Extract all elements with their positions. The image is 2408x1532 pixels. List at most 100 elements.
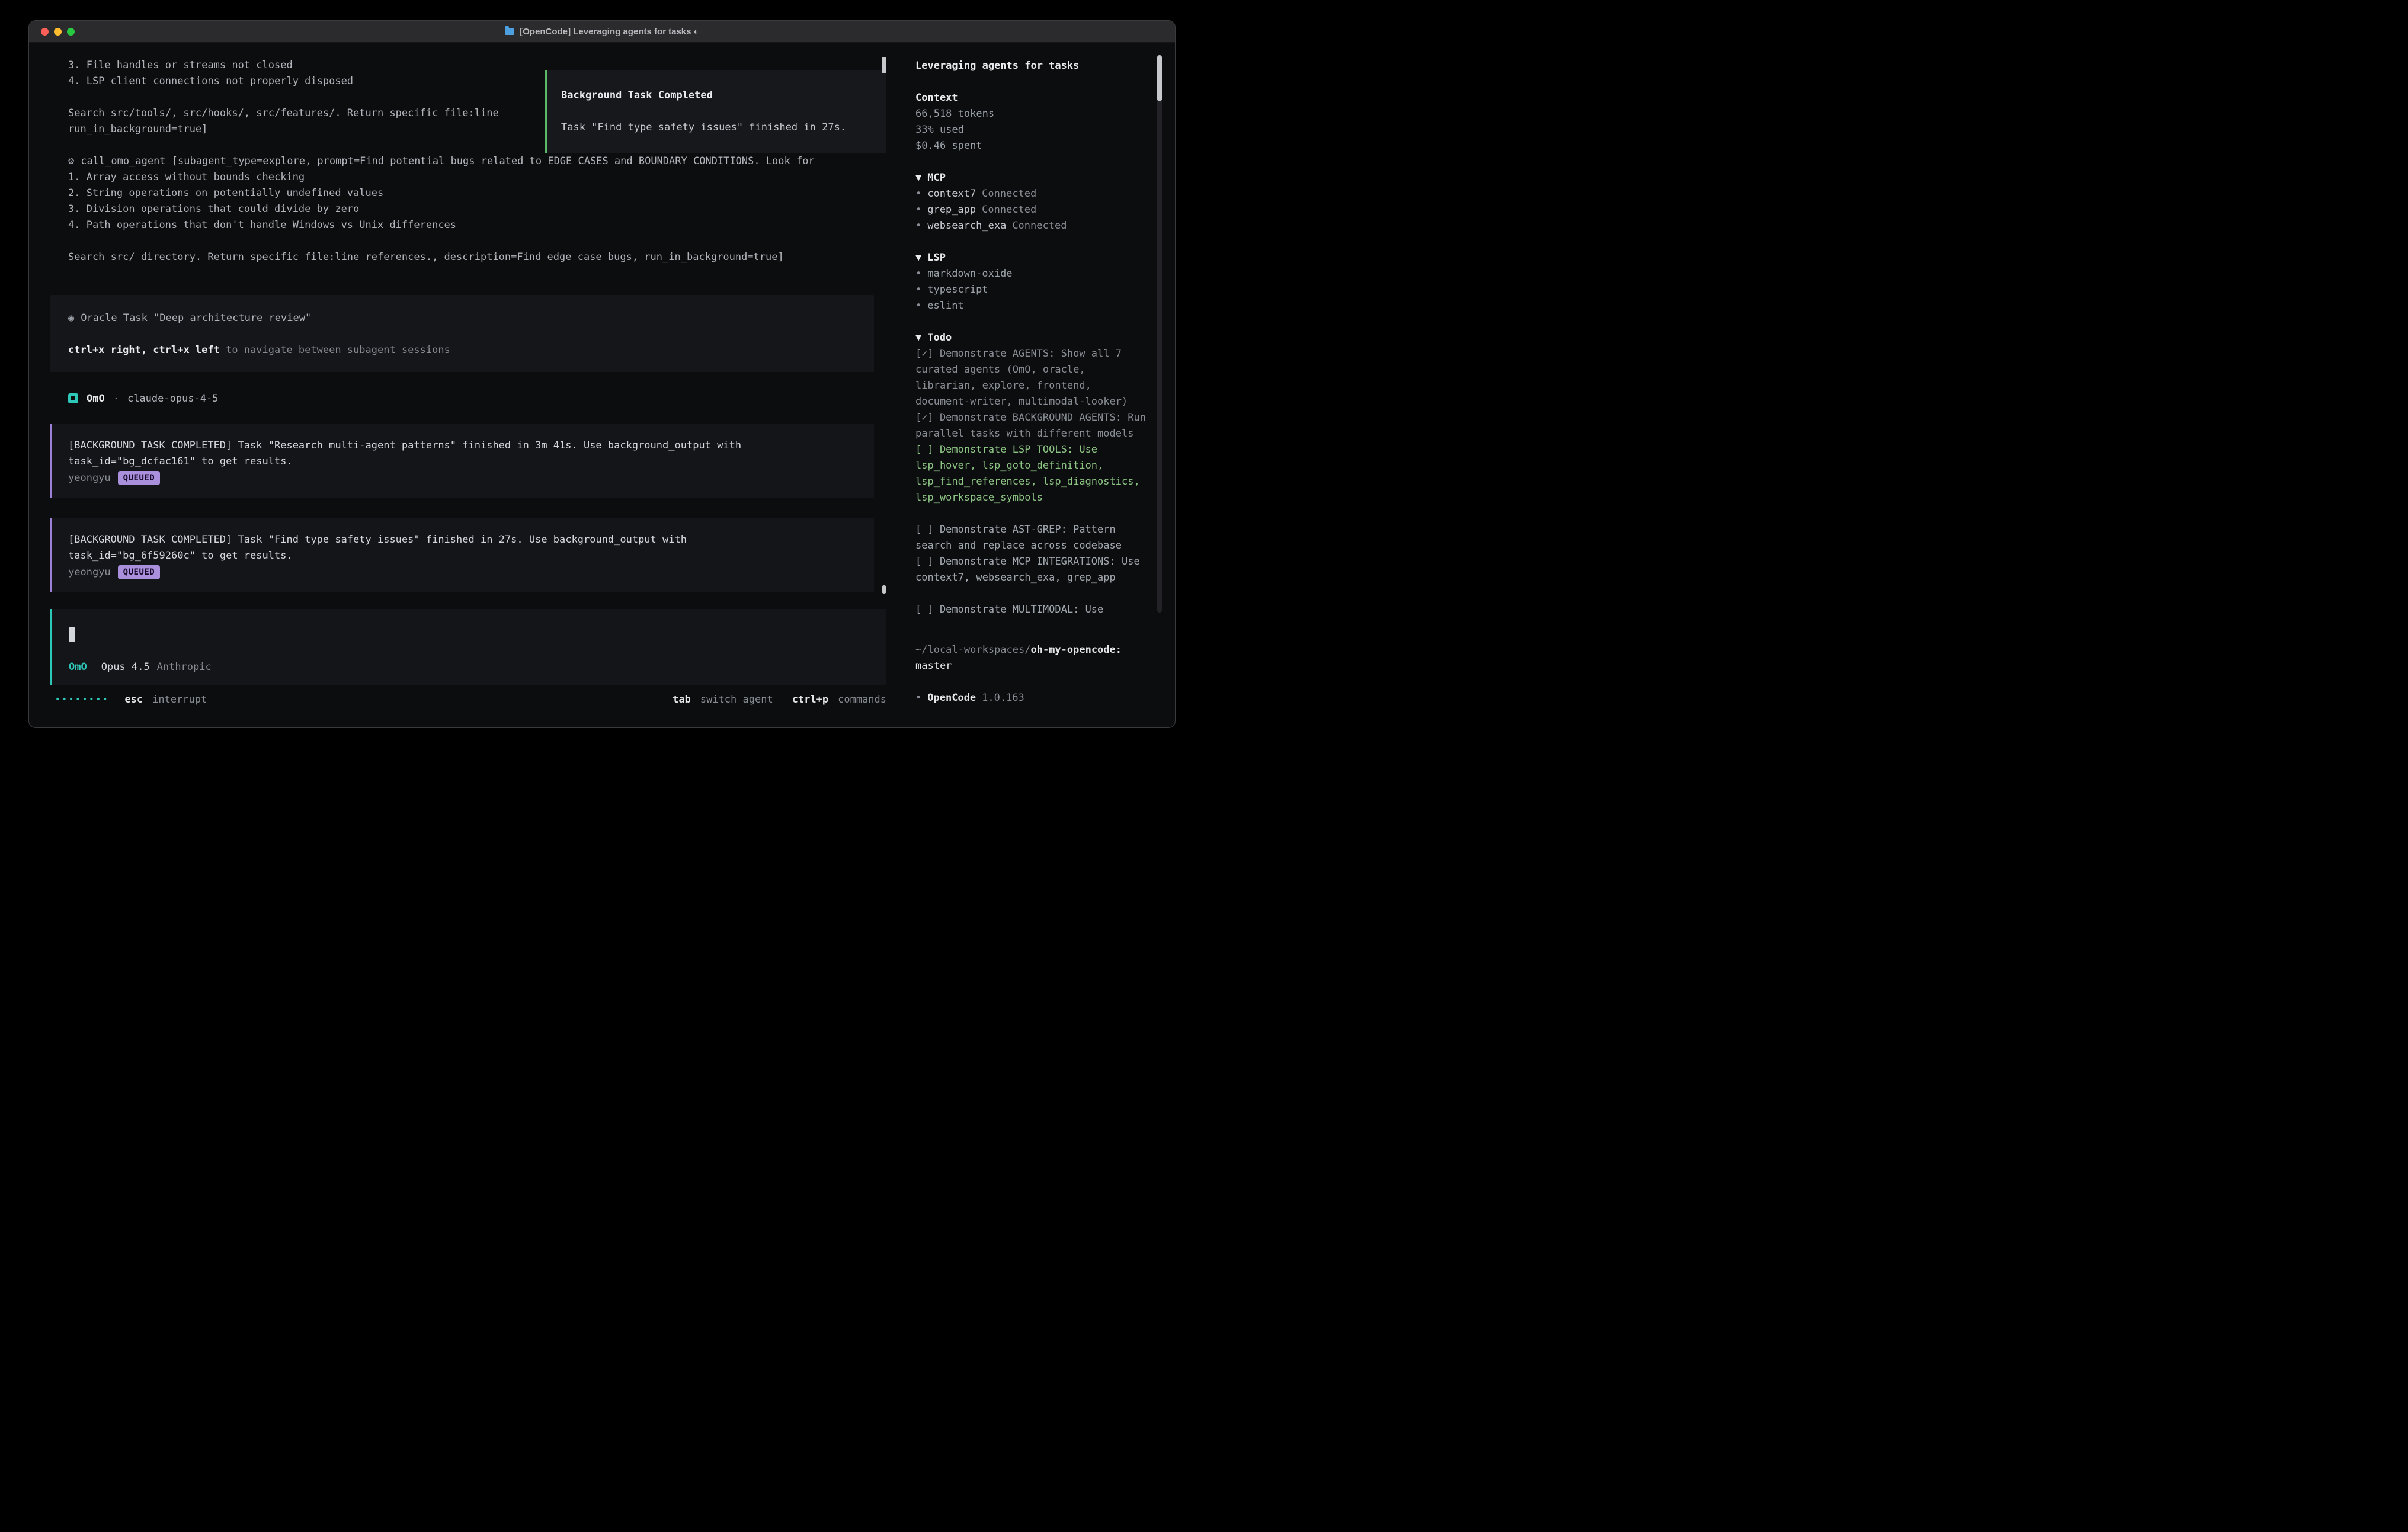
workspace-branch: master [915, 660, 952, 672]
input-model-label: Opus 4.5 [101, 661, 150, 673]
window-content: 3. File handles or streams not closed 4.… [29, 43, 1175, 728]
close-button[interactable] [41, 28, 49, 36]
context-tokens: 66,518 tokens [915, 106, 1149, 122]
agent-model: claude-opus-4-5 [127, 393, 219, 405]
mcp-item-status: Connected [982, 186, 1036, 202]
bullet-icon: • [915, 202, 921, 218]
session-title: Leveraging agents for tasks [915, 58, 1149, 74]
oracle-task-title-row: ◉ Oracle Task "Deep architecture review" [68, 310, 874, 326]
workspace-path: ~/local-workspaces/oh-my-opencode: maste… [915, 642, 1149, 674]
lsp-item: • markdown-oxide [915, 266, 1149, 282]
esc-key-label: interrupt [152, 694, 207, 706]
scrollbar-thumb[interactable] [882, 57, 886, 73]
agent-checkbox-icon [68, 393, 78, 403]
keybinding-hint: ctrl+x right, ctrl+x left [68, 344, 220, 356]
task-author: yeongyu [68, 472, 111, 484]
lsp-item-name: markdown-oxide [927, 266, 1012, 282]
todo-item: [✓] Demonstrate BACKGROUND AGENTS: Run p… [915, 410, 1149, 442]
terminal-main: 3. File handles or streams not closed 4.… [29, 43, 902, 728]
log-line: Search src/ directory. Return specific f… [68, 249, 886, 265]
desktop: [OpenCode] Leveraging agents for tasks ◐… [0, 0, 1204, 766]
context-used: 33% used [915, 122, 1149, 138]
notification-title: Background Task Completed [561, 88, 886, 104]
statusbar: •••••••• esc interrupt tab switch agent … [55, 691, 886, 707]
notification-body: Task "Find type safety issues" finished … [561, 120, 886, 136]
terminal-window: [OpenCode] Leveraging agents for tasks ◐… [28, 20, 1176, 728]
task-author: yeongyu [68, 566, 111, 578]
log-line: 4. Path operations that don't handle Win… [68, 217, 886, 233]
commands-key-hint: ctrl+p [792, 694, 828, 706]
queued-badge: QUEUED [118, 565, 161, 579]
mcp-item-name: grep_app [927, 202, 976, 218]
mcp-item-status: Connected [1012, 218, 1067, 234]
todo-item: [ ] Demonstrate LSP TOOLS: Use lsp_hover… [915, 442, 1149, 506]
gear-icon: ⚙ [68, 153, 74, 169]
todo-item: [✓] Demonstrate AGENTS: Show all 7 curat… [915, 346, 1149, 410]
traffic-lights [41, 21, 75, 42]
prompt-input[interactable]: OmO Opus 4.5 Anthropic [50, 609, 886, 685]
task-line: task_id="bg_6f59260c" to get results. [68, 548, 874, 564]
todo-item: [ ] Demonstrate MCP INTEGRATIONS: Use co… [915, 554, 1149, 586]
log-line: 3. Division operations that could divide… [68, 201, 886, 217]
bullet-icon: • [915, 266, 921, 282]
scrollbar-thumb[interactable] [882, 585, 886, 594]
lsp-item-name: typescript [927, 282, 988, 298]
folder-icon [505, 28, 514, 35]
lsp-section-header[interactable]: ▼ LSP [915, 250, 1149, 266]
workspace-path-prefix: ~/local-workspaces/ [915, 644, 1030, 656]
bullet-icon: • [915, 282, 921, 298]
oracle-task-title: Oracle Task "Deep architecture review" [81, 310, 311, 326]
oracle-hint: ctrl+x right, ctrl+x left to navigate be… [68, 342, 874, 358]
lsp-item-name: eslint [927, 298, 963, 314]
sidebar-footer: ~/local-workspaces/oh-my-opencode: maste… [915, 642, 1149, 706]
input-provider-label: Anthropic [157, 661, 212, 673]
log-line: 2. String operations on potentially unde… [68, 185, 886, 201]
mcp-section-header[interactable]: ▼ MCP [915, 170, 1149, 186]
sidebar: Leveraging agents for tasks Context 66,5… [902, 43, 1175, 728]
mcp-heading: MCP [927, 170, 946, 186]
log-line: 1. Array access without bounds checking [68, 169, 886, 185]
mcp-item-name: websearch_exa [927, 218, 1006, 234]
task-line: [BACKGROUND TASK COMPLETED] Task "Find t… [68, 532, 874, 548]
app-name: OpenCode [927, 690, 976, 706]
scrollbar-track [1157, 55, 1162, 613]
input-footer: OmO Opus 4.5 Anthropic [69, 659, 212, 675]
lsp-item: • eslint [915, 298, 1149, 314]
todo-heading: Todo [927, 330, 952, 346]
lsp-item: • typescript [915, 282, 1149, 298]
bullet-icon: • [915, 298, 921, 314]
keybinding-hint-text: to navigate between subagent sessions [220, 344, 450, 356]
bullet-icon: • [915, 218, 921, 234]
minimize-button[interactable] [54, 28, 62, 36]
todo-section-header[interactable]: ▼ Todo [915, 330, 1149, 346]
record-icon: ◉ [68, 310, 74, 326]
background-task-notification: Background Task Completed Task "Find typ… [545, 70, 886, 153]
tool-call-line: ⚙ call_omo_agent [subagent_type=explore,… [68, 153, 886, 169]
agent-name: OmO [87, 393, 105, 405]
oracle-task-card: ◉ Oracle Task "Deep architecture review"… [50, 295, 874, 372]
bullet-icon: • [915, 186, 921, 202]
workspace-repo: oh-my-opencode: [1030, 644, 1122, 656]
text-cursor [69, 627, 75, 642]
context-heading: Context [915, 90, 1149, 106]
chevron-down-icon: ▼ [915, 250, 921, 266]
agent-header: OmO · claude-opus-4-5 [68, 390, 219, 406]
mcp-item: • context7 Connected [915, 186, 1149, 202]
bullet-icon: • [915, 690, 921, 706]
task-line: task_id="bg_dcfac161" to get results. [68, 454, 874, 470]
spinner-icon: •••••••• [55, 695, 109, 704]
input-agent-label: OmO [69, 661, 87, 673]
tool-call-text: call_omo_agent [subagent_type=explore, p… [81, 153, 814, 169]
todo-item: [ ] Demonstrate MULTIMODAL: Use [915, 602, 1149, 618]
queued-badge: QUEUED [118, 471, 161, 485]
task-line: [BACKGROUND TASK COMPLETED] Task "Resear… [68, 438, 874, 454]
window-title: [OpenCode] Leveraging agents for tasks ◐ [520, 27, 699, 37]
log-blank-line [68, 233, 886, 249]
tab-key-label: switch agent [700, 694, 773, 706]
chevron-down-icon: ▼ [915, 170, 921, 186]
task-message: [BACKGROUND TASK COMPLETED] Task "Resear… [50, 424, 874, 498]
esc-key-hint: esc [124, 694, 143, 706]
scrollbar-thumb[interactable] [1157, 55, 1162, 101]
task-meta: yeongyu QUEUED [68, 470, 874, 486]
zoom-button[interactable] [67, 28, 75, 36]
